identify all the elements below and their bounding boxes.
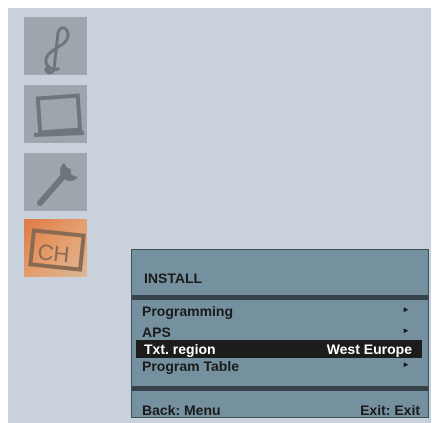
svg-text:CH: CH: [36, 239, 70, 267]
back-hint: Back: Menu: [142, 402, 221, 418]
exit-hint: Exit: Exit: [360, 402, 420, 418]
menu-item-label: APS: [142, 324, 171, 340]
menu-item-aps[interactable]: APS ►: [132, 323, 428, 340]
menu-item-label: Program Table: [142, 358, 239, 374]
treble-clef-icon: [44, 26, 70, 75]
menu-item-label: Txt. region: [144, 341, 216, 357]
arrow-right-icon: ►: [402, 305, 410, 314]
menu-item-label: Programming: [142, 303, 234, 319]
menu-title: INSTALL: [144, 270, 203, 286]
install-menu: INSTALL Programming ► APS ► Txt. region …: [131, 249, 429, 418]
menu-item-program-table[interactable]: Program Table ►: [132, 357, 428, 374]
menu-item-txt-region[interactable]: Txt. region West Europe: [136, 340, 422, 358]
menu-item-programming[interactable]: Programming ►: [132, 302, 428, 319]
setup-menu-tile[interactable]: [24, 153, 87, 211]
arrow-right-icon: ►: [402, 360, 410, 369]
music-menu-tile[interactable]: [24, 17, 87, 75]
channel-icon: CH: [28, 228, 86, 272]
install-menu-tile[interactable]: CH: [24, 219, 87, 277]
arrow-right-icon: ►: [402, 326, 410, 335]
divider: [132, 295, 428, 300]
tv-screen: CH INSTALL Programming ► APS ► Txt. regi…: [8, 8, 431, 423]
divider: [132, 386, 428, 391]
tv-screen-icon: [33, 93, 85, 137]
picture-menu-tile[interactable]: [24, 85, 87, 143]
wrench-icon: [37, 163, 78, 206]
txt-region-value: West Europe: [326, 341, 412, 357]
